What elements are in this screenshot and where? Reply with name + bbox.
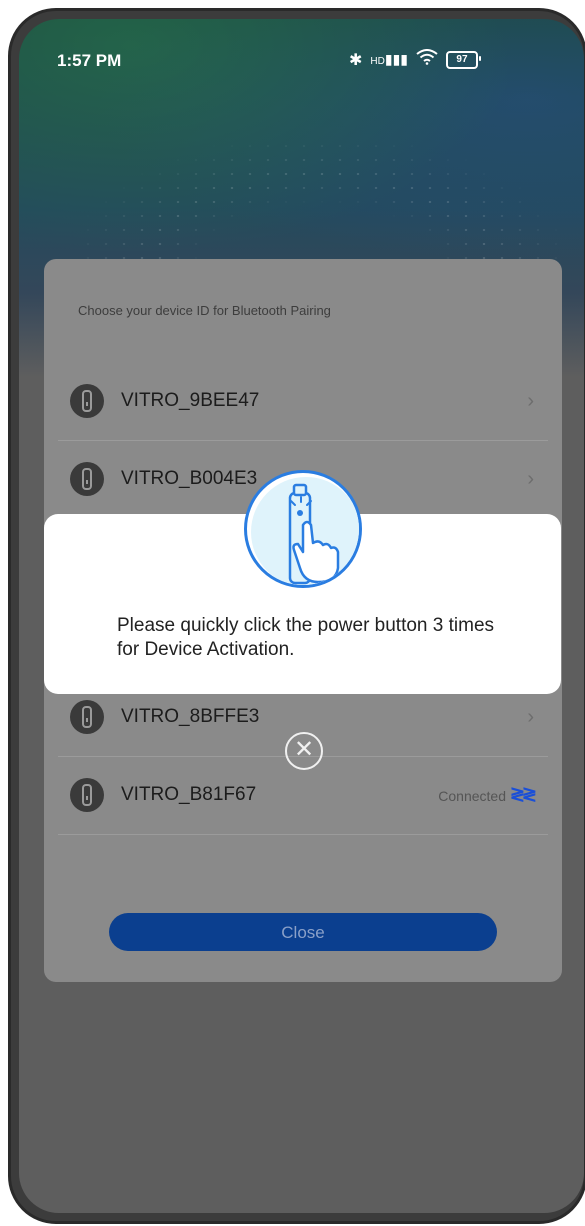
device-name: VITRO_9BEE47 [121,390,260,411]
hand-pressing-device-icon [244,470,362,588]
wifi-icon [416,49,438,70]
bluetooth-wave-icon: ≷≷ [509,784,537,804]
decorative-dot-pattern [79,139,559,269]
vape-device-icon [70,700,104,734]
connected-status: Connected [438,788,506,804]
activation-message: Please quickly click the power button 3 … [117,615,495,660]
status-icons: ✱ HD▮▮▮ 97 [349,49,481,70]
vape-device-icon [70,462,104,496]
signal-icon: HD▮▮▮ [370,51,408,67]
status-time: 1:57 PM [57,51,122,70]
sheet-title: Choose your device ID for Bluetooth Pair… [78,303,331,318]
vape-device-icon [70,384,104,418]
phone-frame: 1:57 PM ✱ HD▮▮▮ 97 Choose your device ID… [8,8,585,1224]
status-bar: 1:57 PM ✱ HD▮▮▮ 97 [19,19,584,89]
device-name: VITRO_B004E3 [121,468,258,489]
device-name: VITRO_B81F67 [121,784,257,805]
device-row[interactable]: VITRO_9BEE47 › [58,362,548,441]
vape-device-icon [70,778,104,812]
close-circle-icon[interactable]: ✕ [285,732,323,770]
device-name: VITRO_8BFFE3 [121,706,260,727]
chevron-right-icon: › [527,468,534,490]
close-button[interactable]: Close [109,913,497,951]
chevron-right-icon: › [527,706,534,728]
chevron-right-icon: › [527,390,534,412]
bluetooth-icon: ✱ [349,51,363,69]
battery-icon: 97 [445,50,481,69]
